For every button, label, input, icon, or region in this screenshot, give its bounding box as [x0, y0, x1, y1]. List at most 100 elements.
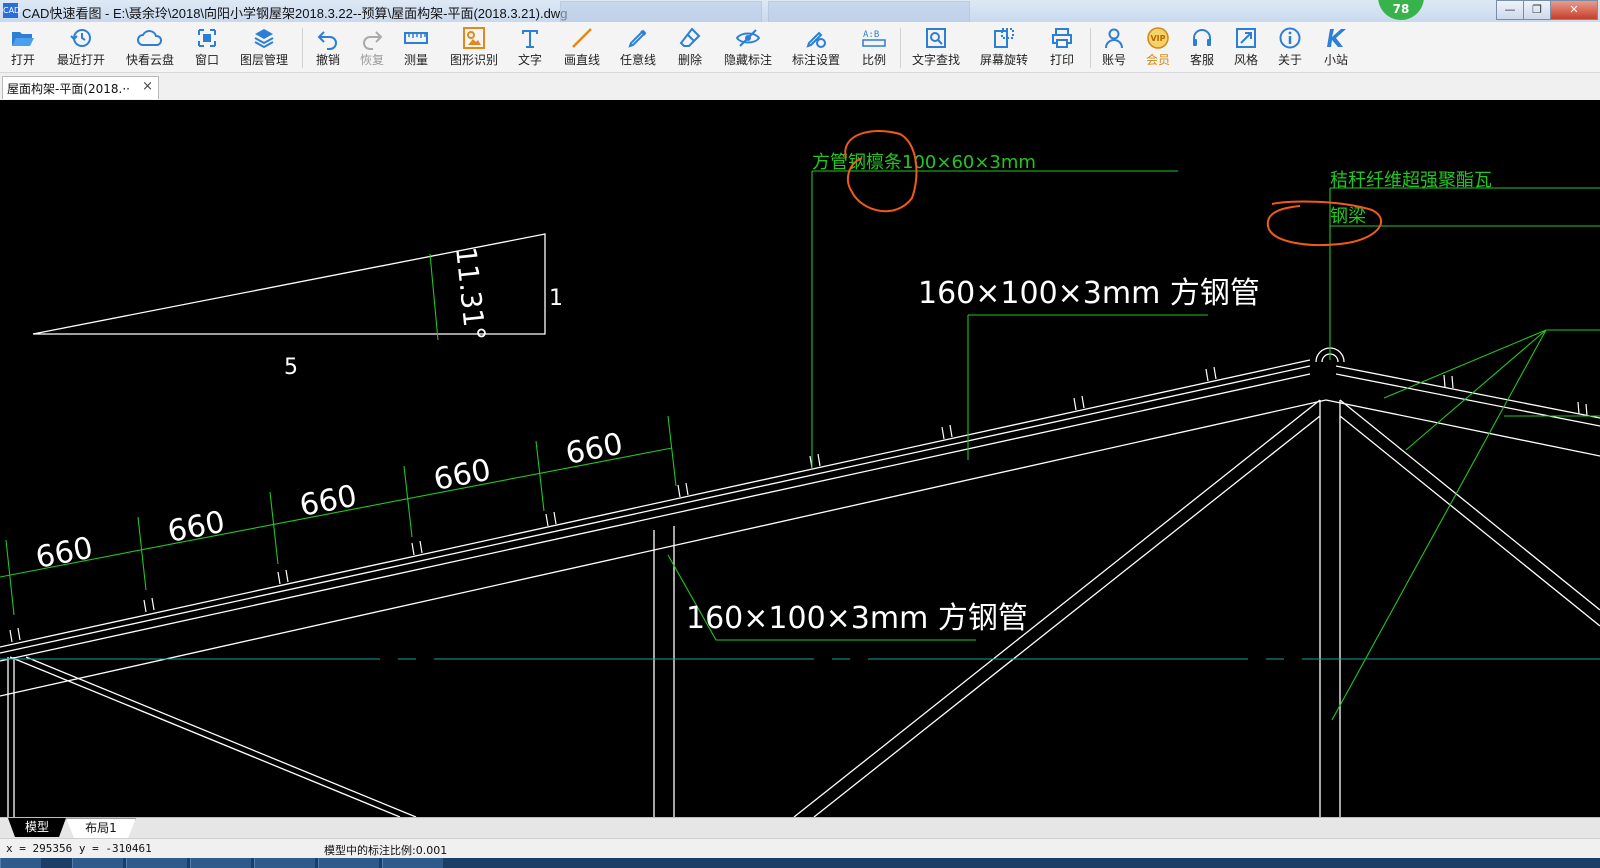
- vip-button[interactable]: VIP 会员: [1142, 25, 1174, 71]
- layer-manager-button[interactable]: 图层管理: [238, 25, 290, 71]
- toolbar-divider: [302, 28, 303, 68]
- restore-button[interactable]: ❐: [1523, 0, 1551, 20]
- text-search-label: 文字查找: [911, 53, 960, 67]
- taskbar-item[interactable]: [254, 858, 315, 868]
- text-icon: [522, 30, 538, 48]
- cloud-drive-label: 快看云盘: [125, 53, 174, 67]
- svg-text:A:B: A:B: [863, 30, 879, 40]
- taskbar-item[interactable]: [382, 858, 443, 868]
- cursor-coordinates: x = 295356 y = -310461: [6, 842, 152, 855]
- diagonal-brace: [9, 656, 401, 817]
- cad-drawing[interactable]: 1 5 11.31° 660 660 660 660 660 方管钢檩条100×…: [0, 100, 1600, 817]
- undo-button[interactable]: 撤销: [312, 25, 344, 71]
- layers-icon: [254, 29, 274, 49]
- purlin-mark: [941, 424, 953, 440]
- taskbar-item[interactable]: [72, 858, 123, 868]
- background-window-tab[interactable]: [560, 1, 762, 23]
- dimension-label: 660: [33, 531, 96, 576]
- purlin-mark: [411, 540, 423, 556]
- account-button[interactable]: 账号: [1098, 25, 1130, 71]
- annotation-scale: 模型中的标注比例:0.001: [324, 844, 448, 857]
- customer-service-button[interactable]: 客服: [1186, 25, 1218, 71]
- measure-label: 测量: [403, 53, 428, 67]
- tab-layout1[interactable]: 布局1: [66, 818, 136, 839]
- text-search-button[interactable]: 文字查找: [910, 25, 962, 71]
- annotation-settings-label: 标注设置: [791, 53, 840, 67]
- close-tab-icon[interactable]: ×: [142, 79, 153, 94]
- background-window-tab[interactable]: [768, 1, 970, 23]
- window-icon: [198, 29, 216, 47]
- delete-button[interactable]: 删除: [674, 25, 706, 71]
- eraser-icon: [679, 27, 701, 47]
- station-label: 小站: [1323, 53, 1348, 67]
- freehand-icon: [628, 29, 647, 48]
- slope-run-label: 5: [284, 355, 298, 380]
- line-icon: [572, 28, 592, 48]
- roof-tile-note: 秸秆纤维超强聚酯瓦: [1330, 170, 1492, 191]
- notification-badge[interactable]: 78: [1378, 0, 1424, 20]
- account-icon: [1105, 28, 1123, 49]
- cloud-icon: [137, 30, 163, 46]
- taskbar-item[interactable]: [126, 858, 187, 868]
- redo-button[interactable]: 恢复: [356, 25, 388, 71]
- dimension-label: 660: [165, 505, 228, 550]
- start-button[interactable]: [0, 858, 41, 868]
- taskbar-item[interactable]: [190, 858, 251, 868]
- drawing-canvas[interactable]: 1 5 11.31° 660 660 660 660 660 方管钢檩条100×…: [0, 100, 1600, 817]
- vip-label: 会员: [1145, 53, 1170, 67]
- purlin-mark: [9, 627, 21, 643]
- shape-recognition-label: 图形识别: [449, 53, 498, 67]
- diagonal-brace: [1339, 399, 1600, 611]
- hide-annotation-button[interactable]: 隐藏标注: [722, 25, 774, 71]
- recent-open-button[interactable]: 最近打开: [54, 25, 108, 71]
- open-button[interactable]: 打开: [6, 25, 40, 71]
- print-button[interactable]: 打印: [1046, 25, 1078, 71]
- document-tab[interactable]: 屋面构架-平面(2018.·· ×: [2, 76, 159, 99]
- tab-model[interactable]: 模型: [8, 818, 66, 837]
- delete-label: 删除: [677, 53, 702, 67]
- roof-line-bottom: [0, 399, 1327, 697]
- annotation-settings-button[interactable]: 标注设置: [790, 25, 842, 71]
- layout-tab-strip: 模型 布局1: [0, 817, 1600, 839]
- text-button[interactable]: 文字: [514, 25, 546, 71]
- os-taskbar: [0, 858, 1600, 868]
- svg-text:VIP: VIP: [1150, 34, 1165, 43]
- text-search-icon: [926, 28, 946, 48]
- slope-rise-label: 1: [549, 286, 563, 311]
- app-logo-icon: CAD: [3, 3, 20, 18]
- roof-line-3: [0, 359, 1311, 648]
- headset-icon: [1193, 29, 1211, 46]
- station-button[interactable]: 小站: [1320, 25, 1352, 71]
- rotate-screen-icon: [994, 28, 1014, 48]
- roof-right-line-2: [1335, 373, 1600, 427]
- redo-label: 恢复: [359, 53, 384, 67]
- steel-beam-note: 钢梁: [1330, 206, 1366, 227]
- undo-label: 撤销: [315, 53, 340, 67]
- purlin-mark: [545, 511, 557, 527]
- about-label: 关于: [1277, 53, 1302, 67]
- taskbar-item[interactable]: [318, 858, 379, 868]
- folder-open-icon: [12, 32, 34, 46]
- minimize-button[interactable]: —: [1496, 0, 1524, 20]
- pipe-leader-top: [967, 314, 1208, 460]
- scale-button[interactable]: A:B 比例: [858, 25, 890, 71]
- about-button[interactable]: 关于: [1274, 25, 1306, 71]
- dimension-label: 660: [431, 453, 494, 498]
- style-button[interactable]: 风格: [1230, 25, 1262, 71]
- draw-line-button[interactable]: 画直线: [562, 25, 602, 71]
- close-window-button[interactable]: ✕: [1550, 0, 1598, 20]
- freehand-line-button[interactable]: 任意线: [618, 25, 658, 71]
- roof-leader: [1329, 187, 1600, 360]
- cloud-drive-button[interactable]: 快看云盘: [124, 25, 176, 71]
- purlin-mark: [1073, 395, 1085, 411]
- print-label: 打印: [1049, 53, 1074, 67]
- draw-line-label: 画直线: [563, 53, 600, 67]
- annotation-settings-icon: [806, 31, 826, 48]
- purlin-leader: [811, 170, 1178, 468]
- shape-recognition-button[interactable]: 图形识别: [448, 25, 500, 71]
- title-bar: CAD CAD快速看图 - E:\聂余玲\2018\向阳小学钢屋架2018.3.…: [0, 0, 1600, 23]
- station-icon: [1327, 29, 1346, 47]
- rotate-screen-button[interactable]: 屏幕旋转: [978, 25, 1030, 71]
- measure-button[interactable]: 测量: [400, 25, 432, 71]
- window-button[interactable]: 窗口: [190, 25, 224, 71]
